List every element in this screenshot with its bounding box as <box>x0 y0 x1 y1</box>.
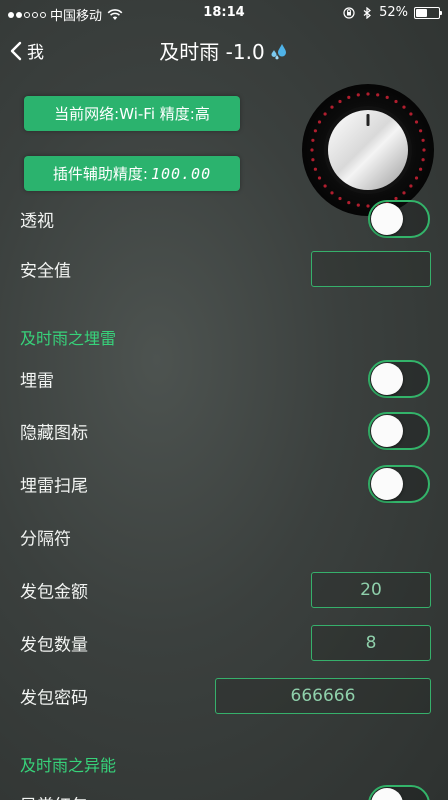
mine-label: 埋雷 <box>20 371 54 392</box>
page-title: 及时雨 -1.0 <box>0 36 448 65</box>
setting-row-mine: 埋雷 <box>0 353 448 405</box>
network-status-text: 当前网络:Wi-Fi 精度:高 <box>54 105 210 123</box>
page-title-text: 及时雨 -1.0 <box>159 40 265 64</box>
battery-percent: 52% <box>379 5 408 20</box>
password-input[interactable]: 666666 <box>215 678 431 714</box>
hide-icon-toggle[interactable] <box>368 412 430 450</box>
abnormal-packet-label: 异常红包 <box>20 792 88 800</box>
setting-row-password: 发包密码 666666 <box>0 670 448 722</box>
perspective-toggle[interactable] <box>368 200 430 238</box>
network-status-pill: 当前网络:Wi-Fi 精度:高 <box>24 96 240 131</box>
safety-value-input[interactable] <box>311 251 431 287</box>
setting-row-separator: 分隔符 <box>0 511 448 563</box>
safety-label: 安全值 <box>20 261 71 282</box>
mine-tail-toggle[interactable] <box>368 465 430 503</box>
password-label: 发包密码 <box>20 688 88 709</box>
accuracy-pill: 插件辅助精度: 100.00 <box>24 156 240 191</box>
setting-row-safety: 安全值 <box>0 243 448 295</box>
setting-row-amount: 发包金额 20 <box>0 564 448 616</box>
amount-label: 发包金额 <box>20 582 88 603</box>
section-title-mine: 及时雨之埋雷 <box>20 329 117 348</box>
section-title-ability: 及时雨之异能 <box>20 756 117 775</box>
setting-row-perspective: 透视 <box>0 193 448 245</box>
hide-icon-label: 隐藏图标 <box>20 423 88 444</box>
separator-label: 分隔符 <box>20 529 71 550</box>
battery-icon <box>414 6 442 19</box>
amount-input[interactable]: 20 <box>311 572 431 608</box>
abnormal-packet-toggle[interactable] <box>368 785 430 800</box>
bluetooth-icon <box>363 6 372 19</box>
mine-tail-label: 埋雷扫尾 <box>20 476 88 497</box>
water-drops-icon <box>271 43 286 59</box>
status-bar: 中国移动 18:14 52% <box>0 0 448 28</box>
setting-row-hide-icon: 隐藏图标 <box>0 405 448 457</box>
setting-row-mine-tail: 埋雷扫尾 <box>0 458 448 510</box>
accuracy-label: 插件辅助精度: <box>52 165 148 183</box>
perspective-label: 透视 <box>20 211 54 232</box>
status-bar-right: 52% <box>343 5 442 20</box>
setting-row-count: 发包数量 8 <box>0 617 448 669</box>
accuracy-value: 100.00 <box>150 164 212 183</box>
nav-bar: 我 及时雨 -1.0 <box>0 28 448 72</box>
count-label: 发包数量 <box>20 635 88 656</box>
orientation-lock-icon <box>343 6 355 19</box>
mine-toggle[interactable] <box>368 360 430 398</box>
count-input[interactable]: 8 <box>311 625 431 661</box>
setting-row-abnormal-packet: 异常红包 <box>0 778 448 800</box>
